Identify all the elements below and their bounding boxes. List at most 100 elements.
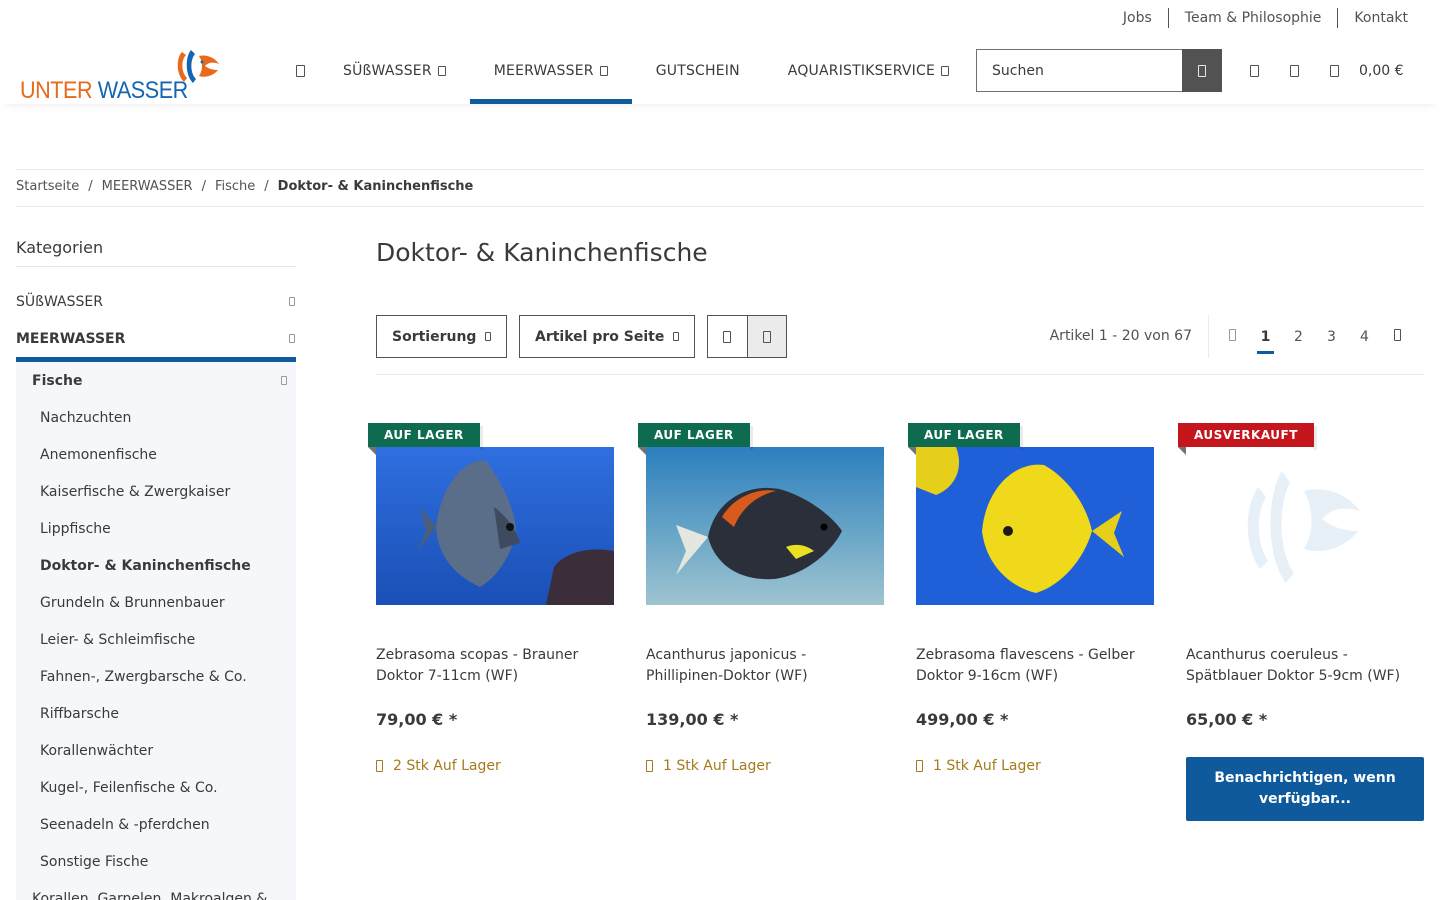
breadcrumb-separator: / xyxy=(201,179,206,194)
breadcrumb-current: Doktor- & Kaninchenfische xyxy=(277,179,474,194)
listing-toolbar: Sortierung Artikel pro Seite Artikel 1 -… xyxy=(376,315,1424,358)
pagination-prev[interactable] xyxy=(1216,328,1249,345)
product-image-placeholder[interactable] xyxy=(1186,447,1424,605)
nav-suesswasser[interactable]: SÜßWASSER xyxy=(319,38,470,104)
sidebar-item-kaiserfische[interactable]: Kaiserfische & Zwergkaiser xyxy=(16,473,296,510)
account-icon[interactable] xyxy=(1250,65,1259,77)
sidebar-item-fahnenbarsche[interactable]: Fahnen-, Zwergbarsche & Co. xyxy=(16,658,296,695)
top-link-jobs[interactable]: Jobs xyxy=(1107,8,1168,28)
chevron-up-icon xyxy=(289,334,295,343)
pagination-page-4[interactable]: 4 xyxy=(1348,329,1381,345)
chevron-down-icon xyxy=(485,332,492,341)
truck-icon xyxy=(646,760,653,772)
sidebar-item-lippfische[interactable]: Lippfische xyxy=(16,510,296,547)
breadcrumb-meerwasser[interactable]: MEERWASSER xyxy=(102,179,193,194)
stock-badge: AUSVERKAUFT xyxy=(1178,423,1317,455)
top-links: Jobs Team & Philosophie Kontakt xyxy=(1107,8,1420,28)
nav-gutschein[interactable]: GUTSCHEIN xyxy=(632,38,764,104)
top-link-kontakt[interactable]: Kontakt xyxy=(1337,8,1420,28)
sidebar-item-sonstige[interactable]: Sonstige Fische xyxy=(16,843,296,880)
stock-badge: AUF LAGER xyxy=(638,423,753,455)
pagination-next[interactable] xyxy=(1381,328,1414,345)
list-view-button[interactable] xyxy=(708,316,747,357)
product-image[interactable] xyxy=(376,447,614,605)
pagination-page-3[interactable]: 3 xyxy=(1315,329,1348,345)
main-nav: SÜßWASSER MEERWASSER GUTSCHEIN AQUARISTI… xyxy=(282,38,973,104)
product-price: 139,00 € * xyxy=(646,710,739,729)
breadcrumb-startseite[interactable]: Startseite xyxy=(16,179,79,194)
sidebar-item-anemonenfische[interactable]: Anemonenfische xyxy=(16,436,296,473)
cart-total[interactable]: 0,00 € xyxy=(1359,63,1404,79)
header-actions: 0,00 € xyxy=(1250,38,1404,104)
sort-dropdown[interactable]: Sortierung xyxy=(376,315,508,358)
divider xyxy=(16,206,1424,207)
product-name[interactable]: Acanthurus japonicus - Phillipinen-Dokto… xyxy=(646,645,884,687)
truck-icon xyxy=(376,760,383,772)
product-image[interactable] xyxy=(646,447,884,605)
sidebar-item-korallen[interactable]: Korallen, Garnelen, Makroalgen &... xyxy=(16,880,296,900)
sidebar-item-leierfische[interactable]: Leier- & Schleimfische xyxy=(16,621,296,658)
pagination-page-2[interactable]: 2 xyxy=(1282,329,1315,345)
search-input[interactable] xyxy=(976,49,1182,92)
breadcrumb-separator: / xyxy=(88,179,93,194)
result-count: Artikel 1 - 20 von 67 xyxy=(1050,315,1209,358)
chevron-down-icon xyxy=(437,66,446,76)
sidebar-item-fische[interactable]: Fische xyxy=(16,362,296,399)
sidebar-subcategories: Fische Nachzuchten Anemonenfische Kaiser… xyxy=(16,362,296,900)
product-name[interactable]: Acanthurus coeruleus - Spätblauer Doktor… xyxy=(1186,645,1424,687)
chevron-down-icon xyxy=(673,332,680,341)
sidebar-item-korallenwaechter[interactable]: Korallenwächter xyxy=(16,732,296,769)
product-name[interactable]: Zebrasoma flavescens - Gelber Doktor 9-1… xyxy=(916,645,1154,687)
nav-aquaristikservice[interactable]: AQUARISTIKSERVICE xyxy=(764,38,973,104)
product-price: 499,00 € * xyxy=(916,710,1009,729)
nav-meerwasser[interactable]: MEERWASSER xyxy=(469,38,632,104)
sidebar-item-riffbarsche[interactable]: Riffbarsche xyxy=(16,695,296,732)
divider xyxy=(376,374,1424,375)
breadcrumb-separator: / xyxy=(264,179,269,194)
home-icon xyxy=(296,65,305,77)
sidebar-title: Kategorien xyxy=(16,238,296,267)
product-name[interactable]: Zebrasoma scopas - Brauner Doktor 7-11cm… xyxy=(376,645,614,687)
stock-badge: AUF LAGER xyxy=(908,423,1023,455)
pagination: 1 2 3 4 xyxy=(1216,315,1414,358)
product-price: 65,00 € * xyxy=(1186,710,1268,729)
chevron-down-icon xyxy=(941,66,949,76)
chevron-left-icon xyxy=(1229,328,1236,341)
chevron-down-icon xyxy=(599,66,608,76)
grid-view-icon xyxy=(762,330,771,343)
chevron-right-icon xyxy=(1394,328,1401,341)
category-sidebar: Kategorien SÜßWASSER MEERWASSER Fische N… xyxy=(16,238,296,900)
breadcrumb: Startseite / MEERWASSER / Fische / Dokto… xyxy=(16,179,473,194)
sidebar-item-seenadeln[interactable]: Seenadeln & -pferdchen xyxy=(16,806,296,843)
search-icon xyxy=(1198,64,1206,77)
sidebar-item-meerwasser[interactable]: MEERWASSER xyxy=(16,320,296,357)
chevron-down-icon xyxy=(289,297,295,306)
logo[interactable]: UNTER WASSER xyxy=(20,46,230,104)
pagination-page-1[interactable]: 1 xyxy=(1249,329,1282,354)
breadcrumb-fische[interactable]: Fische xyxy=(215,179,255,194)
stock-status: 2 Stk Auf Lager xyxy=(376,758,501,774)
notify-button[interactable]: Benachrichtigen, wenn verfügbar... xyxy=(1186,757,1424,821)
sidebar-item-suesswasser[interactable]: SÜßWASSER xyxy=(16,283,296,320)
truck-icon xyxy=(916,760,923,772)
product-image[interactable] xyxy=(916,447,1154,605)
stock-status: 1 Stk Auf Lager xyxy=(916,758,1041,774)
grid-view-button[interactable] xyxy=(746,316,786,357)
sidebar-item-kugelfische[interactable]: Kugel-, Feilenfische & Co. xyxy=(16,769,296,806)
stock-status: 1 Stk Auf Lager xyxy=(646,758,771,774)
search-button[interactable] xyxy=(1182,49,1222,92)
logo-wordmark: UNTER WASSER xyxy=(20,77,188,104)
search-form xyxy=(976,49,1222,92)
nav-home[interactable] xyxy=(282,38,319,104)
sidebar-item-nachzuchten[interactable]: Nachzuchten xyxy=(16,399,296,436)
cart-icon[interactable] xyxy=(1330,65,1339,77)
sidebar-item-doktorfische[interactable]: Doktor- & Kaninchenfische xyxy=(16,547,296,584)
divider xyxy=(16,169,1424,170)
product-price: 79,00 € * xyxy=(376,710,458,729)
per-page-dropdown[interactable]: Artikel pro Seite xyxy=(519,315,696,358)
top-link-team[interactable]: Team & Philosophie xyxy=(1167,8,1338,28)
wishlist-icon[interactable] xyxy=(1290,65,1299,77)
sidebar-item-grundeln[interactable]: Grundeln & Brunnenbauer xyxy=(16,584,296,621)
header: UNTER WASSER SÜßWASSER MEERWASSER GUTSCH… xyxy=(0,38,1440,104)
list-view-icon xyxy=(723,330,732,343)
